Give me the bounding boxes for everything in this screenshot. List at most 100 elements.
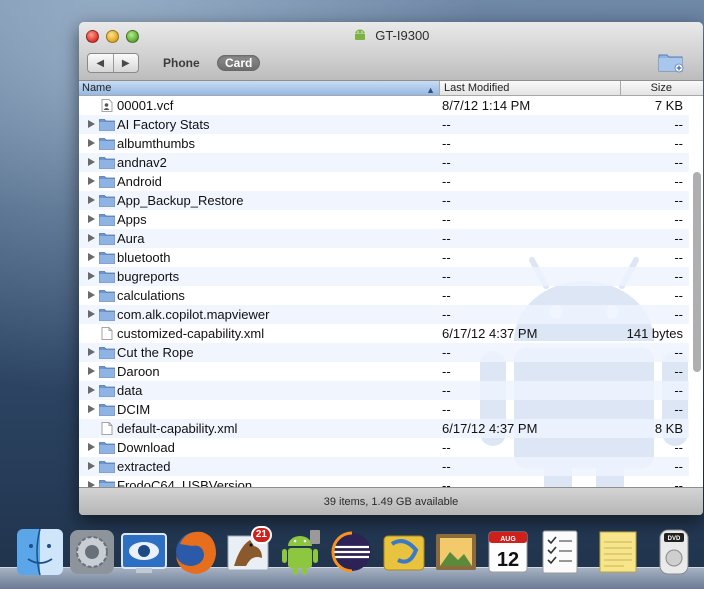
disclosure-triangle-icon[interactable] [88,196,95,204]
folder-row[interactable]: Android -- -- [79,172,689,191]
android-icon [354,29,365,40]
window-title: GT-I9300 [375,28,430,43]
row-name: andnav2 [117,155,167,170]
row-modified: -- [442,155,451,170]
folder-row[interactable]: albumthumbs -- -- [79,134,689,153]
mail-app[interactable]: 21 [222,526,274,578]
row-size: -- [674,155,683,170]
folder-row[interactable]: DCIM -- -- [79,400,689,419]
row-modified: 6/17/12 4:37 PM [442,421,538,436]
dock: 21 AUG 12 DVD [0,522,704,589]
archive-utility-icon[interactable] [378,526,430,578]
row-name: DCIM [117,402,151,417]
row-modified: -- [442,478,451,487]
disclosure-triangle-icon[interactable] [88,272,95,280]
folder-row[interactable]: extracted -- -- [79,457,689,476]
back-button[interactable]: ◀ [88,54,114,72]
row-name: AI Factory Stats [117,117,210,132]
folder-row[interactable]: AI Factory Stats -- -- [79,115,689,134]
title-bar[interactable]: GT-I9300 ◀ ▶ Phone Card [79,22,703,81]
file-row[interactable]: customized-capability.xml 6/17/12 4:37 PM… [79,324,689,343]
reminders-icon[interactable] [534,526,586,578]
disclosure-triangle-icon[interactable] [88,253,95,261]
row-modified: 6/17/12 4:37 PM [442,326,538,341]
dvd-player-icon[interactable]: DVD [648,526,700,578]
row-size: -- [674,307,683,322]
row-modified: -- [442,269,451,284]
file-row[interactable]: 00001.vcf 8/7/12 1:14 PM 7 KB [79,96,689,115]
disclosure-triangle-icon[interactable] [88,386,95,394]
card-segment[interactable]: Card [217,55,261,71]
vertical-scrollbar[interactable] [693,172,701,372]
notes-icon[interactable] [592,526,644,578]
folder-row[interactable]: data -- -- [79,381,689,400]
system-preferences-icon[interactable] [66,526,118,578]
disclosure-triangle-icon[interactable] [88,158,95,166]
disclosure-triangle-icon[interactable] [88,348,95,356]
row-modified: -- [442,231,451,246]
folder-row[interactable]: calculations -- -- [79,286,689,305]
disclosure-triangle-icon[interactable] [88,405,95,413]
folder-row[interactable]: Download -- -- [79,438,689,457]
row-size: -- [674,231,683,246]
last-modified-column-header[interactable]: Last Modified [441,81,621,95]
disclosure-triangle-icon[interactable] [88,234,95,242]
disclosure-triangle-icon[interactable] [88,367,95,375]
row-modified: -- [442,174,451,189]
folder-row[interactable]: andnav2 -- -- [79,153,689,172]
window-title-wrap: GT-I9300 [79,28,703,43]
folder-row[interactable]: bugreports -- -- [79,267,689,286]
folder-row[interactable]: bluetooth -- -- [79,248,689,267]
folder-icon [99,251,115,264]
calendar-icon[interactable]: AUG 12 [482,526,534,578]
row-size: -- [674,288,683,303]
disclosure-triangle-icon[interactable] [88,462,95,470]
folder-icon [99,289,115,302]
folder-row[interactable]: Aura -- -- [79,229,689,248]
preview-icon[interactable] [118,526,170,578]
file-row[interactable]: default-capability.xml 6/17/12 4:37 PM 8 K… [79,419,689,438]
status-bar: 39 items, 1.49 GB available [79,487,703,515]
disclosure-triangle-icon[interactable] [88,443,95,451]
row-name: com.alk.copilot.mapviewer [117,307,270,322]
disclosure-triangle-icon[interactable] [88,139,95,147]
size-column-header[interactable]: Size [622,81,701,95]
folder-row[interactable]: FrodoC64_USBVersion -- -- [79,476,689,487]
name-column-header[interactable]: Name ▲ [79,81,440,95]
folder-icon [99,175,115,188]
row-name: Apps [117,212,147,227]
folder-icon [99,365,115,378]
row-size: -- [674,117,683,132]
row-size: -- [674,383,683,398]
disclosure-triangle-icon[interactable] [88,291,95,299]
android-file-transfer-icon[interactable] [274,526,326,578]
eclipse-icon[interactable] [326,526,378,578]
folder-row[interactable]: Daroon -- -- [79,362,689,381]
disclosure-triangle-icon[interactable] [88,310,95,318]
row-name: bluetooth [117,250,171,265]
mail-unread-badge: 21 [250,526,272,544]
row-size: -- [674,440,683,455]
folder-row[interactable]: Apps -- -- [79,210,689,229]
row-size: -- [674,345,683,360]
row-modified: -- [442,383,451,398]
forward-button[interactable]: ▶ [114,54,139,72]
disclosure-triangle-icon[interactable] [88,215,95,223]
row-name: Aura [117,231,145,246]
folder-row[interactable]: Cut the Rope -- -- [79,343,689,362]
new-folder-icon[interactable] [657,50,685,74]
folder-row[interactable]: App_Backup_Restore -- -- [79,191,689,210]
row-name: Cut the Rope [117,345,194,360]
finder-icon[interactable] [14,526,66,578]
row-modified: -- [442,364,451,379]
phone-segment[interactable]: Phone [155,55,208,71]
file-list[interactable]: 00001.vcf 8/7/12 1:14 PM 7 KB AI Factory St… [79,96,703,487]
row-size: -- [674,364,683,379]
disclosure-triangle-icon[interactable] [88,120,95,128]
folder-icon [99,213,115,226]
row-size: -- [674,193,683,208]
iphoto-icon[interactable] [430,526,482,578]
folder-row[interactable]: com.alk.copilot.mapviewer -- -- [79,305,689,324]
firefox-icon[interactable] [170,526,222,578]
disclosure-triangle-icon[interactable] [88,177,95,185]
